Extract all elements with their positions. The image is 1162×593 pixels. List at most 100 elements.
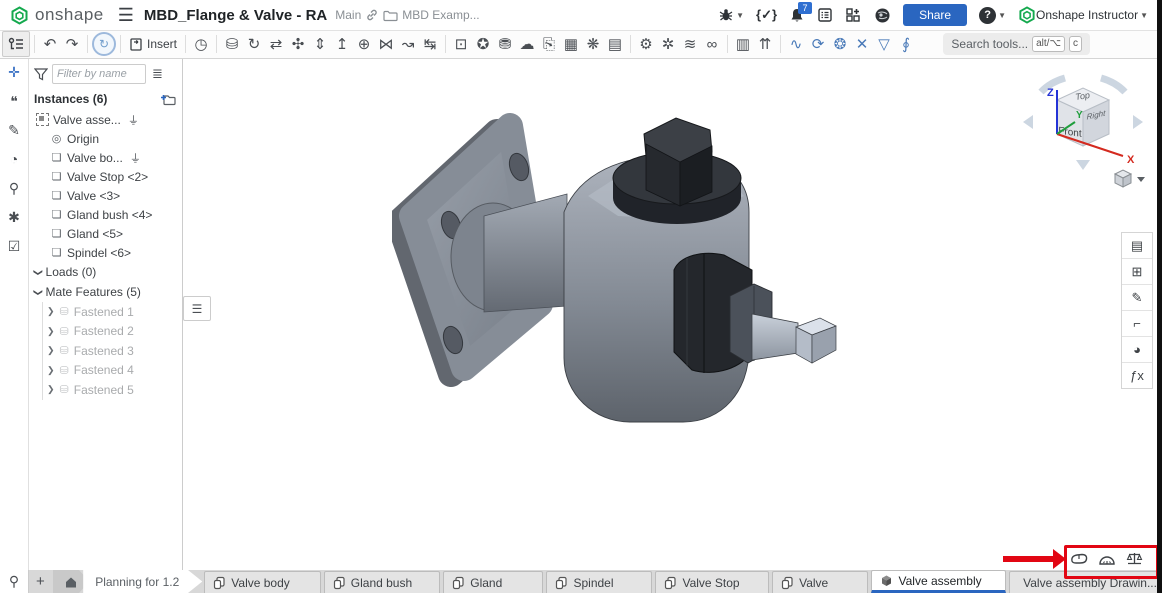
redo-button[interactable]: ↷ [61,33,83,55]
rotate-right-arrow[interactable] [1101,78,1125,92]
bug-menu[interactable]: ▼ [718,7,744,23]
tree-item-valve-assembly[interactable]: Valve asse... ⏚ [28,110,182,129]
replicate-icon[interactable]: ✪ [472,33,494,55]
tree-item-origin[interactable]: ◎ Origin [28,129,182,148]
tree-item-gland[interactable]: ❏ Gland <5> [28,224,182,243]
screw-relation-icon[interactable]: ≋ [679,33,701,55]
tree-item-valve[interactable]: ❏ Valve <3> [28,186,182,205]
tasks-button[interactable] [817,7,833,23]
cylindrical-mate-icon[interactable]: ⇕ [309,33,331,55]
appearance-button[interactable]: ◕ [1122,337,1152,363]
edit-notes-icon[interactable]: ✎ [4,120,24,140]
timer-icon[interactable]: ◔ [4,149,24,169]
document-location[interactable]: MBD Examp... [365,8,479,22]
insert-button[interactable]: Insert [125,37,181,52]
tangent-mate-icon[interactable]: ↝ [397,33,419,55]
animate-icon[interactable]: ∿ [785,33,807,55]
sheet-gear-icon[interactable]: ▥ [732,33,754,55]
appearance-loop-icon[interactable]: ∮ [895,33,917,55]
rollback-button[interactable]: ↻ [92,32,116,56]
new-folder-icon[interactable] [160,93,176,106]
in-context-button[interactable]: ⌐ [1122,311,1152,337]
list-view-icon[interactable]: ≣ [152,66,163,82]
named-positions-icon[interactable]: ⟳ [807,33,829,55]
tab-valve[interactable]: Valve [772,571,868,593]
display-states-icon[interactable]: ❂ [829,33,851,55]
configuration-button[interactable]: ✎ [1122,285,1152,311]
filter-input[interactable] [52,64,146,84]
rack-pinion-icon[interactable]: ✲ [657,33,679,55]
view-options-button[interactable] [1115,170,1145,187]
mass-properties-button[interactable] [1125,549,1144,568]
search-tools[interactable]: Search tools... alt/⌥ c [943,33,1090,55]
featurescript-button[interactable]: ƒx [1122,363,1152,388]
versions-icon[interactable]: {✓} [756,7,777,23]
tab-valve-assembly-drawing[interactable]: Valve assembly Drawin... [1009,571,1161,593]
tree-item-valve-body[interactable]: ❏ Valve bo... ⏚ [28,148,182,167]
exploded-view-icon[interactable]: ⇈ [754,33,776,55]
bug-report-icon[interactable]: ✱ [4,207,24,227]
mate-item-fastened-5[interactable]: ❯ ⛁ Fastened 5 [47,380,182,400]
pan-down-arrow[interactable] [1076,160,1090,170]
ball-mate-icon[interactable]: ⊕ [353,33,375,55]
parallel-mate-icon[interactable]: ⋈ [375,33,397,55]
comment-icon[interactable]: ❝ [4,91,24,111]
duplicate-icon[interactable]: ⎘ [538,33,560,55]
loads-section[interactable]: ❯ Loads (0) [28,262,182,282]
structure-tree-toggle[interactable] [2,31,30,57]
mate-item-fastened-4[interactable]: ❯ ⛁ Fastened 4 [47,361,182,381]
onshape-logo[interactable]: onshape [0,5,104,25]
named-views-button[interactable]: ⊞ [1122,259,1152,285]
valve-assembly-model[interactable] [392,100,847,445]
mass-properties-clock-icon[interactable]: ◷ [190,33,212,55]
main-menu-icon[interactable]: ☰ [118,5,134,26]
bom-table-button[interactable]: ▤ [1122,233,1152,259]
share-button[interactable]: Share [903,4,967,26]
search-globe-icon[interactable]: ⚲ [4,178,24,198]
mate-features-section[interactable]: ❯ Mate Features (5) [28,282,182,302]
pan-left-arrow[interactable] [1023,115,1033,129]
help-menu[interactable]: ? ▼ [979,7,1006,24]
apps-button[interactable] [845,7,862,23]
zoom-search-button[interactable]: ⚲ [0,570,29,593]
mate-item-fastened-2[interactable]: ❯ ⛁ Fastened 2 [47,322,182,342]
mate-item-fastened-1[interactable]: ❯ ⛁ Fastened 1 [47,302,182,322]
pin-slot-mate-icon[interactable]: ↥ [331,33,353,55]
explode-parts-icon[interactable]: ❋ [582,33,604,55]
workspace-name[interactable]: Main [335,8,361,22]
edit-in-context-icon[interactable]: ⊡ [450,33,472,55]
tab-valve-body[interactable]: Valve body [204,571,320,593]
select-instance-icon[interactable]: ⛃ [494,33,516,55]
pan-right-arrow[interactable] [1133,115,1143,129]
mate-limits-icon[interactable]: ↹ [419,33,441,55]
gear-relation-icon[interactable]: ⚙ [635,33,657,55]
panel-flyout-button[interactable]: ☰ [183,296,211,321]
interference-icon[interactable]: ✕ [851,33,873,55]
slider-mate-icon[interactable]: ⇄ [265,33,287,55]
add-tab-button[interactable]: + [28,570,53,593]
mouse-hints-button[interactable] [1069,549,1088,568]
mate-item-fastened-3[interactable]: ❯ ⛁ Fastened 3 [47,341,182,361]
section-view-icon[interactable]: ▽ [873,33,895,55]
planar-mate-icon[interactable]: ✣ [287,33,309,55]
tab-planning[interactable]: Planning for 1.2 [83,570,202,593]
graphics-area[interactable]: Top Front Right Z X Y ▤ ⊞ ✎ ⌐ ◕ ƒx [182,58,1157,570]
tree-item-valve-stop[interactable]: ❏ Valve Stop <2> [28,167,182,186]
tab-valve-stop[interactable]: Valve Stop [655,571,769,593]
spindle-shaft[interactable] [752,314,798,360]
revolute-mate-icon[interactable]: ↻ [243,33,265,55]
language-button[interactable] [874,7,891,24]
tab-gland-bush[interactable]: Gland bush [324,571,440,593]
account-menu[interactable]: Onshape Instructor ▼ [1018,6,1148,24]
tab-gland[interactable]: Gland [443,571,543,593]
notifications-button[interactable]: 7 [789,7,805,24]
publish-icon[interactable]: ☁ [516,33,538,55]
tab-valve-assembly[interactable]: Valve assembly [871,570,1006,593]
view-cube[interactable]: Top Front Right Z X Y [1019,66,1147,190]
tab-spindel[interactable]: Spindel [546,571,652,593]
linked-relation-icon[interactable]: ∞ [701,33,723,55]
pattern-icon[interactable]: ▦ [560,33,582,55]
tree-item-spindel[interactable]: ❏ Spindel <6> [28,243,182,262]
configurations-add-icon[interactable]: ✛ [4,62,24,82]
folder-booklet-icon[interactable]: ▤ [604,33,626,55]
